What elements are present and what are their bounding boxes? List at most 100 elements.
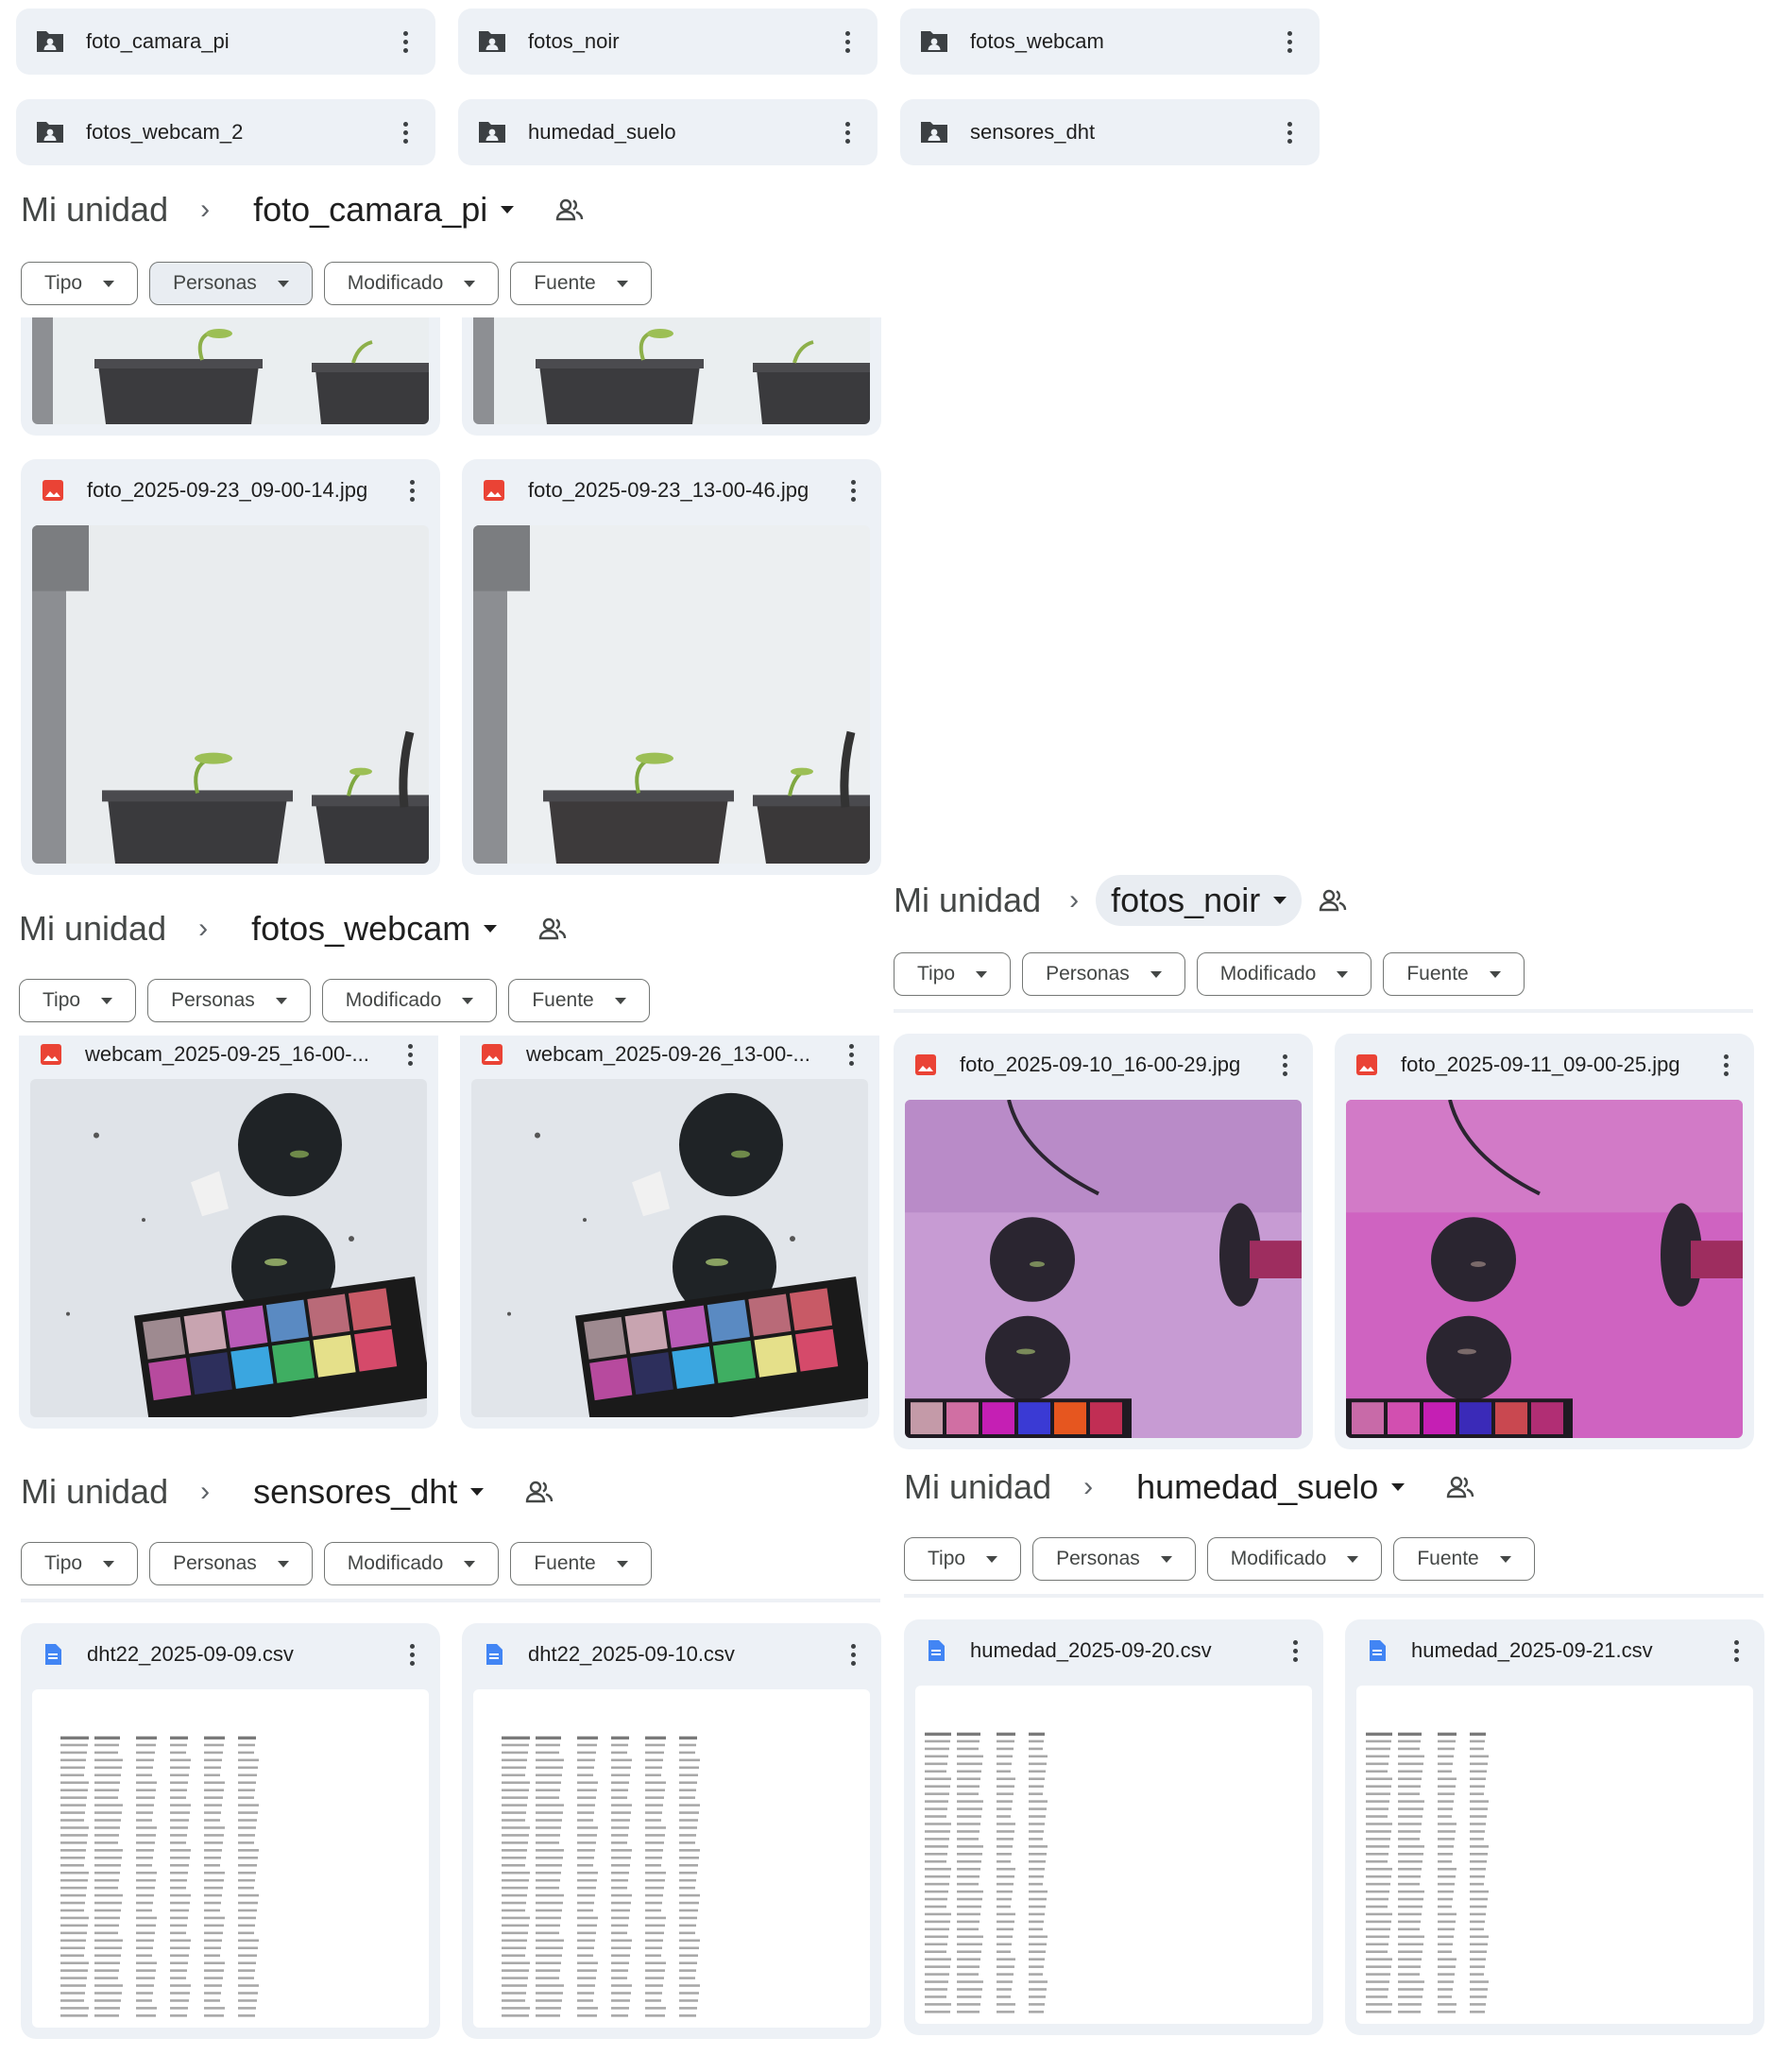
breadcrumb-root[interactable]: Mi unidad: [904, 1467, 1051, 1507]
filter-fuente[interactable]: Fuente: [508, 979, 650, 1022]
filter-tipo[interactable]: Tipo: [904, 1537, 1022, 1581]
spreadsheet-cell: [997, 1830, 1014, 1833]
spreadsheet-lines: [60, 1736, 259, 2017]
spreadsheet-cell: [502, 1857, 526, 1859]
more-options-icon[interactable]: [836, 117, 859, 147]
folder-title: foto_camara_pi: [253, 190, 488, 229]
spreadsheet-cell: [1438, 1853, 1453, 1856]
breadcrumb-root[interactable]: Mi unidad: [19, 909, 166, 949]
file-card-header: humedad_2025-09-21.csv: [1345, 1619, 1764, 1682]
spreadsheet-cell: [925, 1838, 949, 1841]
more-options-icon[interactable]: [400, 475, 423, 505]
more-options-icon[interactable]: [842, 1639, 864, 1670]
breadcrumb-current-folder[interactable]: fotos_webcam: [236, 903, 512, 954]
spreadsheet-cell: [60, 1886, 87, 1890]
spreadsheet-cell: [1438, 1935, 1454, 1939]
more-options-icon[interactable]: [394, 26, 417, 57]
spreadsheet-cell: [94, 1924, 119, 1927]
more-options-icon[interactable]: [1284, 1635, 1306, 1666]
file-card[interactable]: foto_2025-09-11_09-00-25.jpg: [1335, 1034, 1754, 1449]
spreadsheet-cell: [1029, 1845, 1048, 1848]
filter-fuente[interactable]: Fuente: [1393, 1537, 1535, 1581]
breadcrumb-current-folder[interactable]: sensores_dht: [238, 1466, 499, 1517]
breadcrumb-current-folder[interactable]: foto_camara_pi: [238, 184, 529, 235]
spreadsheet-cell: [60, 1863, 84, 1867]
breadcrumb-current-folder[interactable]: fotos_noir: [1096, 875, 1303, 926]
breadcrumb-current-folder[interactable]: humedad_suelo: [1121, 1462, 1420, 1513]
folder-fotos-webcam[interactable]: fotos_webcam: [900, 9, 1320, 75]
folder-foto-camara-pi[interactable]: foto_camara_pi: [16, 9, 435, 75]
spreadsheet-cell: [502, 1893, 527, 1897]
file-card[interactable]: humedad_2025-09-21.csv: [1345, 1619, 1764, 2035]
filter-modificado[interactable]: Modificado: [323, 1542, 500, 1585]
breadcrumb: Mi unidad › humedad_suelo: [904, 1461, 1474, 1514]
folder-humedad-suelo[interactable]: humedad_suelo: [458, 99, 877, 165]
filter-personas[interactable]: Personas: [149, 1542, 313, 1585]
filter-tipo[interactable]: Tipo: [894, 952, 1012, 996]
file-name: foto_2025-09-23_09-00-14.jpg: [87, 478, 368, 502]
breadcrumb-root[interactable]: Mi unidad: [21, 190, 168, 230]
spreadsheet-cell: [136, 1946, 153, 1950]
filter-personas[interactable]: Personas: [147, 979, 311, 1022]
more-options-icon[interactable]: [1725, 1635, 1747, 1666]
spreadsheet-cell: [238, 1886, 254, 1890]
spreadsheet-cell: [94, 1857, 122, 1859]
spreadsheet-cell: [1029, 1830, 1044, 1833]
caret-down-icon: [1499, 1555, 1511, 1563]
file-card[interactable]: foto_2025-09-23_13-00-46.jpg: [462, 459, 881, 875]
file-card[interactable]: webcam_2025-09-25_16-00-...: [19, 1036, 438, 1429]
file-card[interactable]: webcam_2025-09-26_13-00-...: [460, 1036, 879, 1429]
spreadsheet-cell: [925, 1965, 950, 1968]
breadcrumb-root[interactable]: Mi unidad: [21, 1472, 168, 1512]
file-card[interactable]: humedad_2025-09-20.csv: [904, 1619, 1323, 2035]
more-options-icon[interactable]: [394, 117, 417, 147]
filter-fuente[interactable]: Fuente: [510, 1542, 652, 1585]
spreadsheet-cell: [94, 1743, 119, 1747]
filter-modificado[interactable]: Modificado: [321, 979, 498, 1022]
filter-modificado[interactable]: Modificado: [323, 262, 500, 305]
folder-sensores-dht[interactable]: sensores_dht: [900, 99, 1320, 165]
more-options-icon[interactable]: [400, 1639, 423, 1670]
spreadsheet-cell: [1366, 1815, 1388, 1818]
file-card[interactable]: dht22_2025-09-10.csv: [462, 1623, 881, 2039]
spreadsheet-cell: [170, 1977, 186, 1979]
spreadsheet-cell: [679, 1901, 699, 1905]
spreadsheet-cell: [94, 1909, 121, 1912]
spreadsheet-cell: [204, 1789, 224, 1791]
breadcrumb-root[interactable]: Mi unidad: [894, 881, 1041, 920]
more-options-icon[interactable]: [399, 1039, 421, 1070]
file-card-partial[interactable]: [21, 317, 440, 436]
filter-tipo[interactable]: Tipo: [19, 979, 137, 1022]
filter-personas[interactable]: Personas: [1032, 1537, 1196, 1581]
spreadsheet-cell: [645, 1954, 661, 1958]
filter-tipo[interactable]: Tipo: [21, 262, 139, 305]
folder-fotos-webcam-2[interactable]: fotos_webcam_2: [16, 99, 435, 165]
spreadsheet-cell: [238, 2014, 255, 2017]
spreadsheet-cell: [1470, 1747, 1484, 1751]
filter-modificado[interactable]: Modificado: [1206, 1537, 1383, 1581]
more-options-icon[interactable]: [1278, 26, 1301, 57]
more-options-icon[interactable]: [1278, 117, 1301, 147]
folder-fotos-noir[interactable]: fotos_noir: [458, 9, 877, 75]
more-options-icon[interactable]: [1273, 1050, 1296, 1080]
chevron-right-icon: ›: [198, 913, 209, 944]
spreadsheet-cell: [1366, 1792, 1390, 1795]
file-card-partial[interactable]: [462, 317, 881, 436]
more-options-icon[interactable]: [840, 1039, 862, 1070]
spreadsheet-cell: [957, 1739, 980, 1743]
file-card[interactable]: dht22_2025-09-09.csv: [21, 1623, 440, 2039]
more-options-icon[interactable]: [836, 26, 859, 57]
filter-modificado[interactable]: Modificado: [1196, 952, 1372, 996]
more-options-icon[interactable]: [1714, 1050, 1737, 1080]
file-card[interactable]: foto_2025-09-23_09-00-14.jpg: [21, 459, 440, 875]
spreadsheet-cell: [94, 1893, 123, 1897]
filter-fuente[interactable]: Fuente: [510, 262, 652, 305]
filter-personas[interactable]: Personas: [149, 262, 313, 305]
more-options-icon[interactable]: [842, 475, 864, 505]
filter-personas[interactable]: Personas: [1022, 952, 1185, 996]
spreadsheet-cell: [611, 1773, 630, 1777]
file-card[interactable]: foto_2025-09-10_16-00-29.jpg: [894, 1034, 1313, 1449]
filter-fuente[interactable]: Fuente: [1383, 952, 1525, 996]
spreadsheet-cell: [60, 1893, 86, 1897]
filter-tipo[interactable]: Tipo: [21, 1542, 139, 1585]
